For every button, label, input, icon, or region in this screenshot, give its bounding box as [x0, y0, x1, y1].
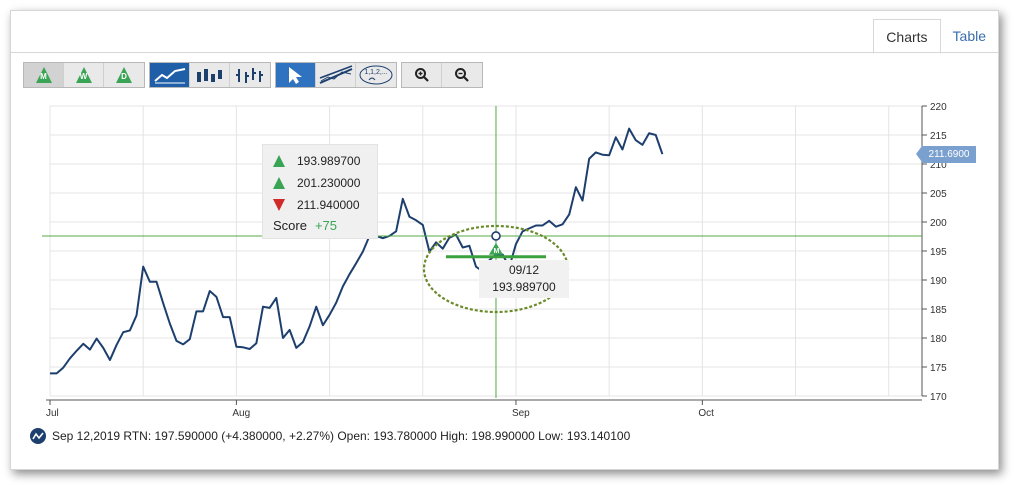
x-tick-label: Oct [698, 408, 714, 419]
y-tick-label: 190 [930, 276, 947, 287]
y-tick-label: 180 [930, 334, 947, 345]
point-label: 09/12 193.989700 [479, 260, 569, 298]
selected-point [491, 231, 501, 241]
y-tick-label: 215 [930, 131, 947, 142]
tooltip-score: Score +75 [263, 218, 377, 233]
chart-logo-icon [30, 428, 46, 444]
last-price-tag: 211.6900 [916, 146, 976, 163]
y-tick-label: 220 [930, 102, 947, 113]
y-tick-label: 205 [930, 189, 947, 200]
tooltip-value: 201.230000 [297, 176, 361, 190]
tooltip-value: 193.989700 [297, 154, 361, 168]
tooltip-row-weekly: 201.230000 [263, 172, 377, 194]
price-chart[interactable]: 170175180185190195200205210215220Jul Aug S… [0, 0, 1018, 485]
y-tick-label: 170 [930, 392, 947, 403]
y-tick-label: 175 [930, 363, 947, 374]
signal-tooltip: 193.989700 201.230000 211.940000 Score +7… [262, 144, 378, 239]
tooltip-row-monthly: 193.989700 [263, 150, 377, 172]
point-value: 193.989700 [492, 280, 556, 294]
tooltip-value: 211.940000 [297, 198, 360, 212]
point-date: 09/12 [508, 263, 540, 277]
daily-down-icon [273, 199, 285, 211]
score-value: +75 [314, 218, 338, 233]
chart-grid [49, 105, 922, 397]
weekly-up-icon [273, 177, 285, 189]
signal-marker-letter: M [493, 248, 499, 255]
x-tick-label: Jul [46, 408, 59, 419]
tooltip-row-daily: 211.940000 [263, 194, 377, 216]
y-tick-label: 195 [930, 247, 947, 258]
y-tick-label: 200 [930, 218, 947, 229]
status-bar: Sep 12,2019 RTN: 197.590000 (+4.380000, … [30, 428, 630, 444]
monthly-up-icon [273, 155, 285, 167]
x-tick-label: Aug [232, 408, 250, 419]
status-text: Sep 12,2019 RTN: 197.590000 (+4.380000, … [52, 429, 631, 443]
chart-overlay: M [42, 106, 922, 398]
y-tick-label: 185 [930, 305, 947, 316]
score-label: Score [273, 218, 307, 233]
x-tick-label: Sep [512, 408, 530, 419]
